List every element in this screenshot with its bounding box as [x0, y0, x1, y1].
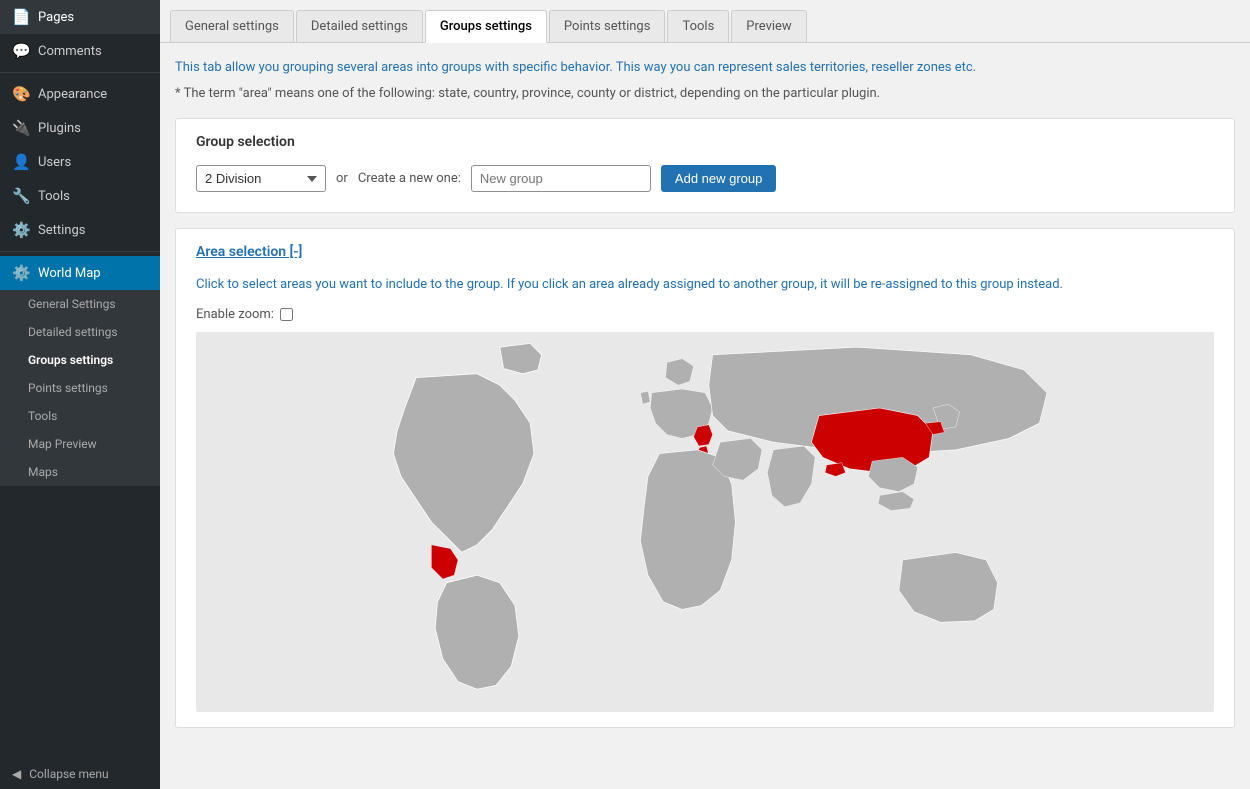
tab-tools[interactable]: Tools [667, 10, 729, 42]
sidebar-item-users[interactable]: 👤 Users [0, 145, 160, 179]
submenu-tools[interactable]: Tools [0, 402, 160, 430]
users-icon: 👤 [12, 153, 30, 171]
pages-icon: 📄 [12, 8, 30, 26]
collapse-icon: ◀ [12, 767, 21, 781]
enable-zoom-checkbox[interactable] [280, 308, 293, 321]
sidebar-item-comments[interactable]: 💬 Comments [0, 34, 160, 68]
sidebar-separator-2 [0, 251, 160, 252]
tab-detailed-settings[interactable]: Detailed settings [296, 10, 423, 42]
sidebar-item-tools[interactable]: 🔧 Tools [0, 179, 160, 213]
sidebar-item-world-map[interactable]: ⚙️ World Map [0, 256, 160, 290]
or-text: or [336, 171, 348, 186]
group-select-row: 2 Division 1 Division 3 Division or Crea… [196, 165, 1214, 192]
area-info-text: Click to select areas you want to includ… [196, 275, 1214, 295]
enable-zoom-row: Enable zoom: [196, 307, 1214, 322]
plugins-icon: 🔌 [12, 119, 30, 137]
collapse-menu[interactable]: ◀ Collapse menu [0, 759, 160, 789]
new-group-input[interactable] [471, 165, 651, 192]
create-label: Create a new one: [358, 171, 461, 186]
enable-zoom-label: Enable zoom: [196, 307, 274, 322]
submenu-map-preview[interactable]: Map Preview [0, 430, 160, 458]
submenu-general-settings[interactable]: General Settings [0, 290, 160, 318]
appearance-icon: 🎨 [12, 85, 30, 103]
info-text: This tab allow you grouping several area… [175, 58, 1235, 78]
world-map-container [196, 332, 1214, 712]
tools-icon: 🔧 [12, 187, 30, 205]
tabs-bar: General settings Detailed settings Group… [160, 0, 1250, 43]
group-select[interactable]: 2 Division 1 Division 3 Division [196, 165, 326, 192]
comments-icon: 💬 [12, 42, 30, 60]
world-map-icon: ⚙️ [12, 264, 30, 282]
sidebar-item-pages[interactable]: 📄 Pages [0, 0, 160, 34]
area-section-header: Area selection [-] [196, 244, 1214, 260]
tab-preview[interactable]: Preview [731, 10, 806, 42]
sidebar-submenu: General Settings Detailed settings Group… [0, 290, 160, 486]
content-area: This tab allow you grouping several area… [160, 43, 1250, 789]
submenu-points-settings[interactable]: Points settings [0, 374, 160, 402]
submenu-groups-settings[interactable]: Groups settings [0, 346, 160, 374]
tab-points-settings[interactable]: Points settings [549, 10, 666, 42]
area-selection-box: Area selection [-] Click to select areas… [175, 228, 1235, 728]
world-map-svg [196, 332, 1214, 712]
submenu-maps[interactable]: Maps [0, 458, 160, 486]
tab-general-settings[interactable]: General settings [170, 10, 294, 42]
sidebar-item-plugins[interactable]: 🔌 Plugins [0, 111, 160, 145]
tab-groups-settings[interactable]: Groups settings [425, 10, 547, 43]
sidebar: 📄 Pages 💬 Comments 🎨 Appearance 🔌 Plugin… [0, 0, 160, 789]
settings-icon: ⚙️ [12, 221, 30, 239]
group-selection-box: Group selection 2 Division 1 Division 3 … [175, 118, 1235, 213]
sidebar-separator [0, 72, 160, 73]
sidebar-item-settings[interactable]: ⚙️ Settings [0, 213, 160, 247]
info-text-secondary: * The term "area" means one of the follo… [175, 84, 1235, 104]
main-content: General settings Detailed settings Group… [160, 0, 1250, 789]
submenu-detailed-settings[interactable]: Detailed settings [0, 318, 160, 346]
group-selection-title: Group selection [196, 134, 1214, 150]
area-selection-link[interactable]: Area selection [-] [196, 244, 302, 260]
sidebar-item-appearance[interactable]: 🎨 Appearance [0, 77, 160, 111]
add-group-button[interactable]: Add new group [661, 165, 776, 192]
